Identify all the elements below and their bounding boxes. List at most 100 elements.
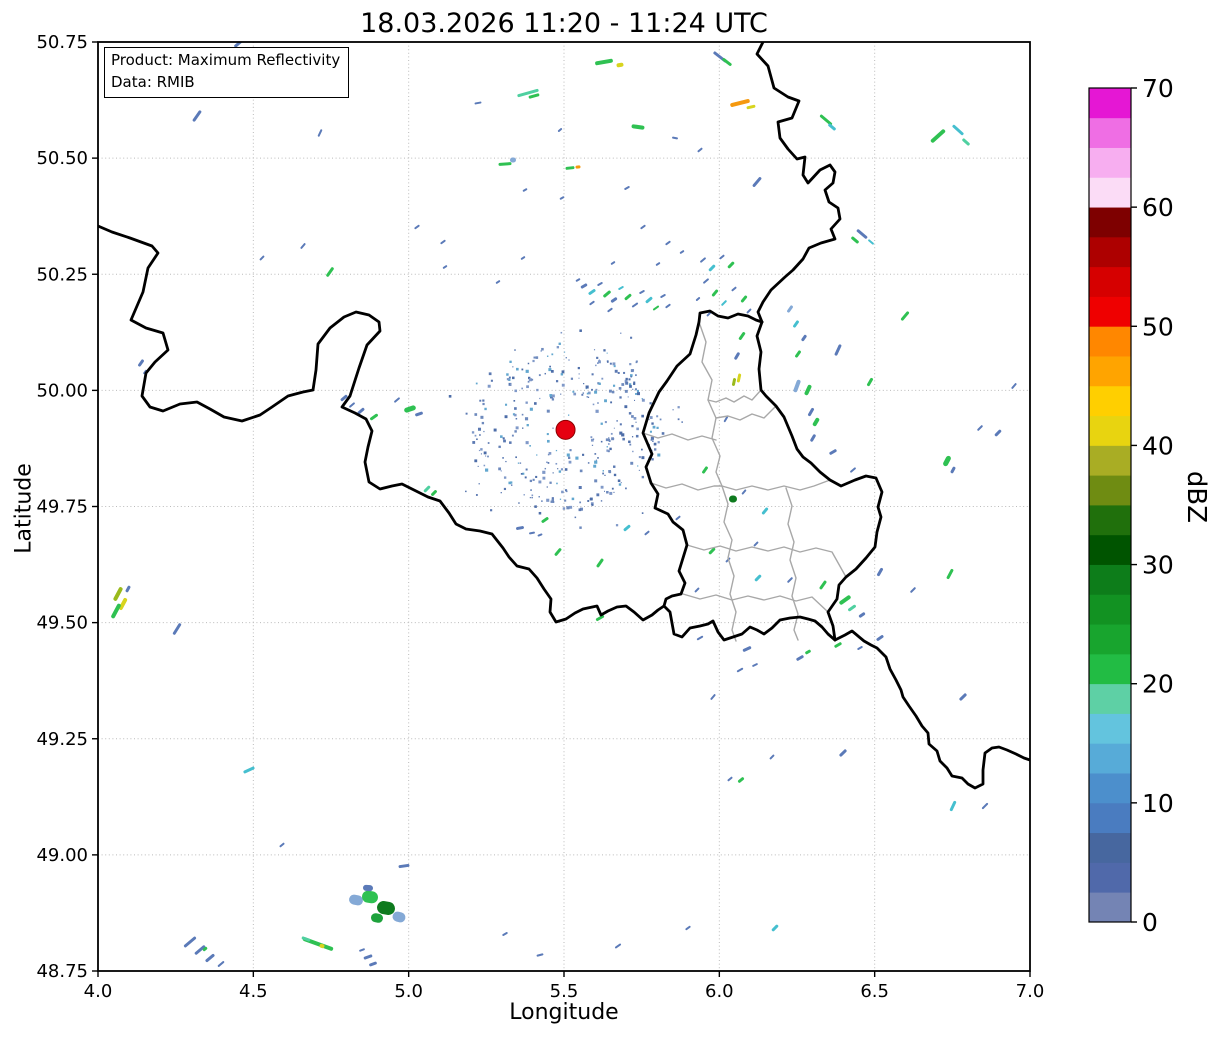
clutter-dot — [582, 453, 585, 456]
clutter-dot — [560, 468, 564, 471]
clutter-dot — [578, 508, 582, 512]
clutter-dot — [618, 483, 622, 486]
clutter-dot — [526, 423, 529, 427]
clutter-dot — [514, 430, 517, 433]
clutter-dot — [490, 509, 493, 512]
clutter-dot — [519, 462, 522, 464]
clutter-dot — [472, 441, 476, 444]
clutter-dot — [590, 438, 594, 442]
clutter-dot — [541, 500, 543, 502]
clutter-dot — [591, 444, 594, 446]
y-tick-label: 49.00 — [36, 845, 88, 866]
clutter-dot — [635, 374, 637, 377]
clutter-dot — [604, 490, 606, 492]
colorbar-segment — [1089, 505, 1131, 536]
clutter-dot — [578, 377, 580, 379]
clutter-dot — [531, 496, 533, 499]
clutter-dot — [493, 428, 497, 432]
clutter-dot — [498, 467, 502, 471]
clutter-dot — [597, 360, 601, 364]
x-tick-label: 4.0 — [84, 981, 113, 1002]
x-tick-label: 5.5 — [550, 981, 579, 1002]
clutter-dot — [641, 512, 644, 514]
radar-site-marker — [555, 419, 576, 440]
clutter-dot — [586, 396, 588, 398]
clutter-dot — [606, 490, 609, 494]
clutter-dot — [539, 397, 541, 400]
colorbar-segment — [1089, 147, 1131, 178]
clutter-dot — [587, 396, 590, 398]
clutter-dot — [517, 462, 520, 464]
clutter-dot — [656, 415, 659, 418]
clutter-dot — [504, 403, 508, 406]
clutter-dot — [538, 480, 542, 484]
clutter-dot — [630, 461, 634, 465]
clutter-dot — [608, 443, 610, 445]
clutter-dot — [578, 485, 582, 490]
clutter-dot — [557, 468, 559, 470]
clutter-dot — [577, 366, 580, 370]
clutter-dot — [535, 475, 538, 478]
clutter-dot — [533, 356, 536, 359]
clutter-dot — [535, 356, 539, 359]
clutter-dot — [551, 353, 554, 356]
clutter-dot — [566, 453, 570, 457]
clutter-dot — [526, 385, 529, 389]
y-tick-label: 50.25 — [36, 264, 88, 285]
clutter-dot — [620, 482, 622, 484]
clutter-dot — [630, 336, 633, 339]
colorbar-segment — [1089, 832, 1131, 863]
colorbar-segment — [1089, 802, 1131, 834]
x-tick-label: 4.5 — [239, 981, 268, 1002]
clutter-dot — [480, 453, 482, 455]
clutter-dot — [524, 417, 529, 421]
clutter-dot — [597, 457, 599, 459]
clutter-dot — [630, 369, 634, 373]
clutter-dot — [530, 489, 532, 491]
clutter-dot — [641, 414, 644, 418]
clutter-dot — [612, 384, 616, 387]
clutter-dot — [562, 507, 566, 510]
clutter-dot — [602, 472, 605, 475]
clutter-dot — [632, 388, 634, 390]
clutter-dot — [508, 376, 511, 379]
clutter-dot — [600, 485, 604, 489]
clutter-dot — [499, 446, 501, 449]
clutter-dot — [542, 476, 546, 480]
clutter-dot — [657, 453, 661, 457]
colorbar-segment — [1089, 326, 1131, 357]
clutter-dot — [531, 494, 534, 497]
clutter-dot — [515, 426, 519, 430]
clutter-dot — [569, 505, 573, 509]
colorbar-segment — [1089, 683, 1131, 714]
clutter-dot — [480, 415, 484, 419]
clutter-dot — [471, 431, 475, 434]
clutter-dot — [564, 351, 566, 353]
clutter-dot — [611, 390, 615, 394]
clutter-dot — [558, 470, 562, 473]
colorbar-segment — [1089, 653, 1131, 685]
clutter-dot — [529, 407, 533, 411]
clutter-dot — [544, 372, 547, 375]
clutter-dot — [538, 374, 541, 377]
clutter-dot — [595, 388, 598, 391]
clutter-dot — [638, 469, 640, 471]
y-tick-label: 50.75 — [36, 32, 88, 53]
colorbar-segment — [1089, 534, 1131, 565]
clutter-dot — [531, 378, 534, 381]
clutter-dot — [465, 490, 467, 493]
clutter-dot — [513, 400, 516, 402]
clutter-dot — [636, 392, 640, 396]
clutter-dot — [656, 426, 659, 429]
clutter-dot — [625, 381, 629, 385]
clutter-dot — [596, 356, 599, 359]
product-line: Product: Maximum Reflectivity — [111, 51, 341, 69]
clutter-dot — [522, 427, 524, 429]
clutter-dot — [657, 441, 660, 444]
clutter-dot — [619, 396, 622, 399]
clutter-dot — [549, 481, 552, 484]
clutter-dot — [591, 373, 594, 376]
clutter-dot — [617, 479, 621, 483]
y-tick-label: 49.75 — [36, 497, 88, 518]
colorbar-segment — [1089, 743, 1131, 774]
